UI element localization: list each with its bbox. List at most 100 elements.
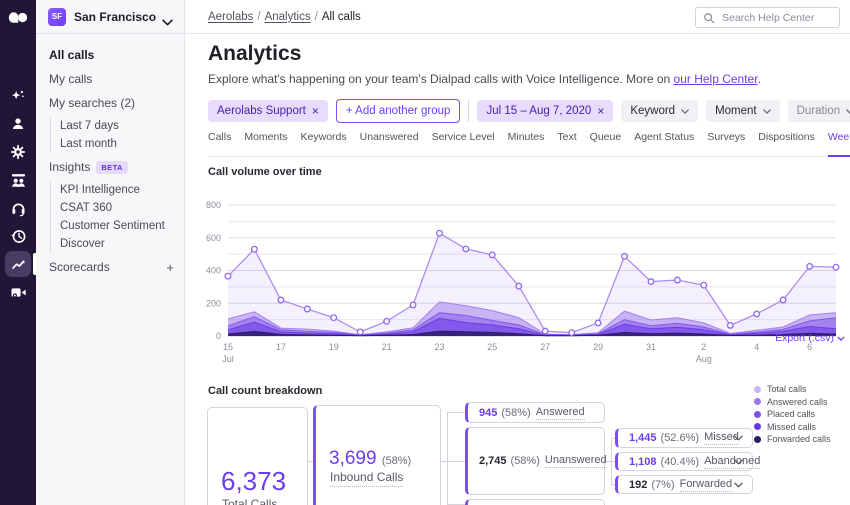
sidebar-item-label: All calls [49, 48, 94, 62]
sidebar-item-csat-360[interactable]: CSAT 360 [60, 199, 184, 217]
sidebar-item-kpi-intelligence[interactable]: KPI Intelligence [60, 181, 184, 199]
sidebar-item-label: Insights [49, 160, 90, 174]
filter-chip-aerolabs-support[interactable]: Aerolabs Support× [208, 100, 328, 122]
svg-text:17: 17 [276, 342, 286, 352]
unanswered-value: 2,745 [479, 455, 507, 467]
answered-value: 945 [479, 407, 497, 419]
rail-meetings-camera-icon[interactable] [0, 278, 36, 306]
office-selector[interactable]: SF San Francisco [36, 0, 184, 34]
sidebar-item-label: My calls [49, 72, 92, 86]
tab-service-level[interactable]: Service Level [432, 131, 495, 156]
chevron-down-icon[interactable] [734, 482, 743, 488]
beta-badge: BETA [96, 161, 127, 174]
export-label: Export (.csv) [775, 332, 834, 344]
contacts-icon [10, 116, 26, 132]
breadcrumb-analytics[interactable]: Analytics [265, 11, 311, 23]
breakdown-title: Call count breakdown [208, 385, 322, 397]
chevron-down-icon [763, 109, 771, 114]
filter-dropdown-duration[interactable]: Duration [788, 100, 850, 122]
meetings-camera-icon [10, 284, 27, 301]
tab-keywords[interactable]: Keywords [301, 131, 347, 156]
filter-chip-jul-15-aug-7-2020[interactable]: Jul 15 – Aug 7, 2020 × [477, 100, 613, 122]
filter-bar: Aerolabs Support× + Add another group Jul … [208, 99, 850, 123]
rail-contacts-icon[interactable] [0, 110, 36, 138]
chevron-down-icon [162, 13, 173, 31]
sidebar-item-all-calls[interactable]: All calls [36, 43, 184, 67]
breadcrumb-separator: / [257, 11, 260, 23]
rail-support-headset-icon[interactable] [0, 194, 36, 222]
tab-surveys[interactable]: Surveys [707, 131, 745, 156]
breakdown-node-forwarded[interactable]: 192(7%)Forwarded [615, 475, 753, 494]
svg-text:200: 200 [206, 298, 221, 308]
tab-weekly-averages[interactable]: Weekly Averages [828, 131, 850, 157]
unanswered-pct: (58%) [511, 455, 540, 467]
page-title: Analytics [208, 42, 301, 66]
sidebar-item-insights[interactable]: Insights BETA [36, 155, 184, 179]
chevron-down-icon [681, 109, 689, 114]
svg-text:31: 31 [646, 342, 656, 352]
breakdown-node-unanswered: 2,745(58%)Unanswered [465, 427, 605, 495]
sidebar-nav: All calls My calls My searches (2) Last 7 d… [36, 34, 184, 279]
chevron-down-icon[interactable] [734, 435, 743, 441]
tab-agent-status[interactable]: Agent Status [634, 131, 694, 156]
sidebar-item-my-searches-2[interactable]: My searches (2) [36, 91, 184, 115]
filter-dropdown-moment[interactable]: Moment [706, 100, 780, 122]
tab-dispositions[interactable]: Dispositions [758, 131, 815, 156]
svg-text:25: 25 [487, 342, 497, 352]
breakdown-node-missed[interactable]: 1,445(52.6%)Missed [615, 428, 753, 448]
help-center-link[interactable]: our Help Center [674, 72, 758, 86]
filter-dropdown-keyword[interactable]: Keyword [621, 100, 698, 122]
sidebar-item-last-month[interactable]: Last month [60, 135, 184, 153]
remove-filter-icon[interactable]: × [597, 104, 604, 118]
sidebar-item-last-7-days[interactable]: Last 7 days [60, 117, 184, 135]
rail-settings-icon[interactable] [0, 138, 36, 166]
help-search [695, 7, 840, 28]
rail-ai-sparkles-icon[interactable] [0, 82, 36, 110]
tab-moments[interactable]: Moments [244, 131, 287, 156]
tab-queue[interactable]: Queue [590, 131, 622, 156]
forwarded-pct: (7%) [651, 479, 674, 491]
svg-text:2: 2 [701, 342, 706, 352]
chevron-down-icon[interactable] [734, 459, 743, 465]
export-csv-link[interactable]: Export (.csv) [775, 332, 845, 344]
abandoned-value: 1,108 [629, 456, 657, 468]
sidebar-item-my-calls[interactable]: My calls [36, 67, 184, 91]
answered-pct: (58%) [501, 407, 530, 419]
connector [447, 412, 448, 504]
call-count-tree: 6,373 Total Calls 3,699 (58%) Inbound Ca… [204, 402, 784, 505]
legend-dot [754, 386, 761, 393]
add-group-button[interactable]: + Add another group [336, 99, 461, 123]
analytics-icon [10, 256, 27, 273]
chip-label: Jul 15 – Aug 7, 2020 [486, 105, 591, 117]
chevron-down-icon [837, 336, 845, 341]
rail-dialpad-logo-icon[interactable] [0, 0, 36, 34]
tab-unanswered[interactable]: Unanswered [360, 131, 419, 156]
tab-calls[interactable]: Calls [208, 131, 231, 156]
rail-analytics-icon[interactable] [0, 250, 36, 278]
breakdown-node-inbound-calls: 3,699 (58%) Inbound Calls [313, 405, 441, 505]
breakdown-node-abandoned[interactable]: 1,108(40.4%)Abandoned [615, 452, 753, 471]
ai-sparkles-icon [10, 88, 27, 105]
svg-text:29: 29 [593, 342, 603, 352]
sidebar-item-customer-sentiment[interactable]: Customer Sentiment [60, 217, 184, 235]
search-input[interactable] [720, 11, 839, 25]
remove-filter-icon[interactable]: × [312, 104, 319, 118]
rail-call-history-icon[interactable] [0, 222, 36, 250]
tab-text[interactable]: Text [557, 131, 576, 156]
tab-minutes[interactable]: Minutes [508, 131, 545, 156]
rail-coaching-icon[interactable] [0, 166, 36, 194]
description-suffix: . [758, 72, 761, 86]
description-text: Explore what's happening on your team's … [208, 72, 674, 86]
support-headset-icon [10, 200, 27, 217]
sidebar-item-scorecards[interactable]: Scorecards+ [36, 255, 184, 279]
svg-text:800: 800 [206, 200, 221, 210]
svg-text:15: 15 [223, 342, 233, 352]
missed-value: 1,445 [629, 432, 657, 444]
svg-text:400: 400 [206, 266, 221, 276]
legend-item-total-calls[interactable]: Total calls [754, 384, 831, 394]
breadcrumb-aerolabs[interactable]: Aerolabs [208, 11, 253, 23]
add-scorecard-button[interactable]: + [166, 260, 174, 275]
svg-text:Aug: Aug [696, 354, 712, 364]
svg-text:23: 23 [434, 342, 444, 352]
sidebar-item-discover[interactable]: Discover [60, 235, 184, 253]
